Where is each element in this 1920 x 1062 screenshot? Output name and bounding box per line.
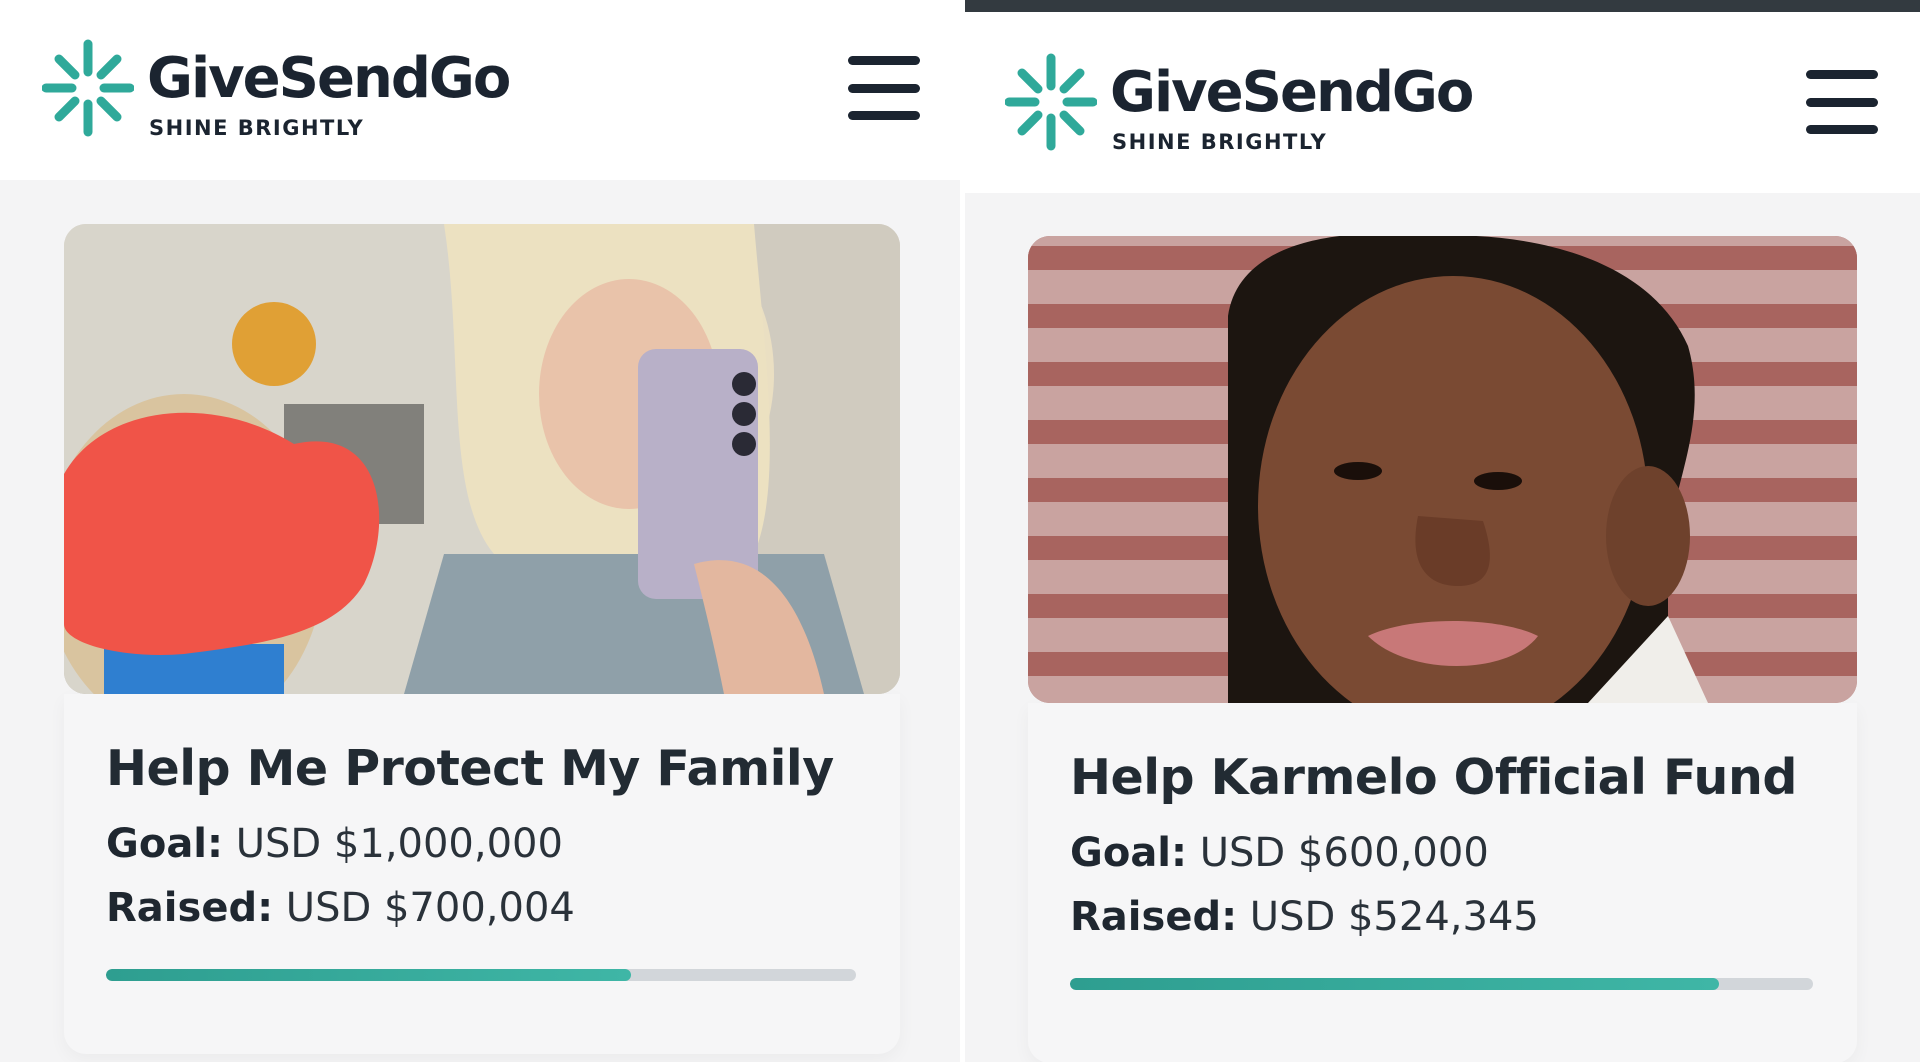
campaign-card[interactable]: Help Me Protect My Family Goal: USD $1,0… bbox=[64, 224, 900, 1054]
goal-label: Goal: bbox=[1070, 830, 1188, 876]
raised-row: Raised: USD $524,345 bbox=[1070, 894, 1815, 940]
funding-progress-fill bbox=[106, 969, 631, 981]
brand-name: GiveSendGo bbox=[1110, 60, 1474, 125]
sparkle-logo-icon bbox=[1005, 53, 1097, 151]
campaign-screenshot-right: GiveSendGo SHINE BRIGHTLY Help Karmelo O… bbox=[965, 0, 1920, 1062]
raised-value: USD $524,345 bbox=[1249, 894, 1539, 940]
site-header: GiveSendGo SHINE BRIGHTLY bbox=[965, 12, 1920, 193]
funding-progress-fill bbox=[1070, 978, 1720, 990]
menu-bar bbox=[848, 84, 920, 93]
raised-label: Raised: bbox=[106, 885, 274, 931]
menu-bar bbox=[848, 111, 920, 120]
goal-value: USD $600,000 bbox=[1199, 830, 1489, 876]
hamburger-menu-icon[interactable] bbox=[1806, 70, 1878, 134]
campaign-photo[interactable] bbox=[1028, 236, 1857, 703]
campaign-photo[interactable] bbox=[64, 224, 900, 694]
raised-row: Raised: USD $700,004 bbox=[106, 885, 858, 931]
campaign-screenshot-left: GiveSendGo SHINE BRIGHTLY Help Me Protec… bbox=[0, 0, 960, 1062]
site-header: GiveSendGo SHINE BRIGHTLY bbox=[0, 0, 960, 180]
browser-top-edge bbox=[965, 0, 1920, 12]
campaign-photo-image bbox=[64, 224, 900, 694]
goal-value: USD $1,000,000 bbox=[235, 821, 563, 867]
site-logo[interactable]: GiveSendGo SHINE BRIGHTLY bbox=[1005, 52, 1525, 156]
campaign-details: Help Karmelo Official Fund Goal: USD $60… bbox=[1028, 703, 1857, 1062]
goal-label: Goal: bbox=[106, 821, 224, 867]
campaign-title[interactable]: Help Karmelo Official Fund bbox=[1070, 749, 1815, 806]
goal-row: Goal: USD $1,000,000 bbox=[106, 821, 858, 867]
raised-value: USD $700,004 bbox=[285, 885, 575, 931]
funding-progress-bar bbox=[106, 969, 856, 981]
goal-row: Goal: USD $600,000 bbox=[1070, 830, 1815, 876]
menu-bar bbox=[1806, 98, 1878, 107]
brand-name: GiveSendGo bbox=[147, 46, 511, 111]
campaign-card[interactable]: Help Karmelo Official Fund Goal: USD $60… bbox=[1028, 236, 1857, 1062]
campaign-details: Help Me Protect My Family Goal: USD $1,0… bbox=[64, 694, 900, 1054]
campaign-photo-image bbox=[1028, 236, 1857, 703]
brand-tagline: SHINE BRIGHTLY bbox=[149, 116, 365, 140]
brand-tagline: SHINE BRIGHTLY bbox=[1112, 130, 1328, 154]
menu-bar bbox=[848, 56, 920, 65]
sparkle-logo-icon bbox=[42, 39, 134, 137]
hamburger-menu-icon[interactable] bbox=[848, 56, 920, 120]
raised-label: Raised: bbox=[1070, 894, 1238, 940]
site-logo[interactable]: GiveSendGo SHINE BRIGHTLY bbox=[42, 38, 562, 142]
menu-bar bbox=[1806, 125, 1878, 134]
funding-progress-bar bbox=[1070, 978, 1813, 990]
campaign-title[interactable]: Help Me Protect My Family bbox=[106, 740, 858, 797]
menu-bar bbox=[1806, 70, 1878, 79]
